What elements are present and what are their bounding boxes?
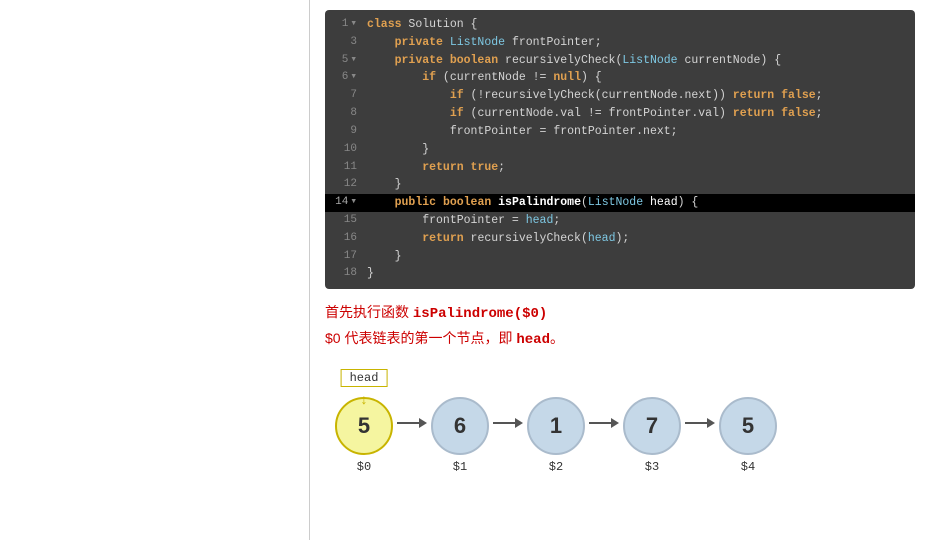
code-line-18: 18 } bbox=[325, 265, 915, 283]
arrow-2 bbox=[493, 418, 523, 428]
arrow-3 bbox=[589, 418, 619, 428]
desc-line2: $0 代表链表的第一个节点，即 head。 bbox=[325, 327, 915, 353]
code-line-8: 8 if (currentNode.val != frontPointer.va… bbox=[325, 105, 915, 123]
node-circle-3: 7 bbox=[623, 397, 681, 455]
code-line-3: 3 private ListNode frontPointer; bbox=[325, 34, 915, 52]
node-3: 7 $3 bbox=[623, 397, 681, 474]
desc-line1: 首先执行函数 isPalindrome($0) bbox=[325, 301, 915, 327]
line-num-12: 12 bbox=[333, 176, 357, 194]
code-line-11: 11 return true; bbox=[325, 159, 915, 177]
code-content-17: } bbox=[367, 248, 402, 266]
arrow-line-2 bbox=[493, 422, 515, 424]
node-2: 1 $2 bbox=[527, 397, 585, 474]
code-content-8: if (currentNode.val != frontPointer.val)… bbox=[367, 105, 823, 123]
code-content-14: public boolean isPalindrome(ListNode hea… bbox=[367, 194, 698, 212]
node-circle-4: 5 bbox=[719, 397, 777, 455]
code-content-1: class Solution { bbox=[367, 16, 477, 34]
code-content-15: frontPointer = head; bbox=[367, 212, 560, 230]
node-circle-1: 6 bbox=[431, 397, 489, 455]
node-index-2: $2 bbox=[549, 460, 563, 474]
head-label: head bbox=[341, 369, 388, 387]
node-index-1: $1 bbox=[453, 460, 467, 474]
node-1: 6 $1 bbox=[431, 397, 489, 474]
code-block: 1 class Solution { 3 private ListNode fr… bbox=[325, 10, 915, 289]
arrow-1 bbox=[397, 418, 427, 428]
code-line-15: 15 frontPointer = head; bbox=[325, 212, 915, 230]
line-num-14: 14 bbox=[333, 194, 357, 212]
code-line-14: 14 public boolean isPalindrome(ListNode … bbox=[325, 194, 915, 212]
head-arrow: ↓ bbox=[361, 391, 368, 407]
arrow-head-4 bbox=[707, 418, 715, 428]
line-num-3: 3 bbox=[333, 34, 357, 52]
line-num-18: 18 bbox=[333, 265, 357, 283]
line-num-7: 7 bbox=[333, 87, 357, 105]
node-0: head ↓ 5 $0 bbox=[335, 397, 393, 474]
arrow-line-4 bbox=[685, 422, 707, 424]
arrow-line-1 bbox=[397, 422, 419, 424]
node-index-0: $0 bbox=[357, 460, 371, 474]
linked-list-diagram: head ↓ 5 $0 6 $1 1 $2 bbox=[325, 367, 915, 474]
node-circle-2: 1 bbox=[527, 397, 585, 455]
code-line-17: 17 } bbox=[325, 248, 915, 266]
description: 首先执行函数 isPalindrome($0) $0 代表链表的第一个节点，即 … bbox=[325, 301, 915, 353]
code-line-9: 9 frontPointer = frontPointer.next; bbox=[325, 123, 915, 141]
node-4: 5 $4 bbox=[719, 397, 777, 474]
line-num-17: 17 bbox=[333, 248, 357, 266]
left-panel bbox=[0, 0, 310, 540]
code-content-9: frontPointer = frontPointer.next; bbox=[367, 123, 678, 141]
line-num-1: 1 bbox=[333, 16, 357, 34]
code-content-11: return true; bbox=[367, 159, 505, 177]
arrow-line-3 bbox=[589, 422, 611, 424]
code-line-12: 12 } bbox=[325, 176, 915, 194]
line-num-16: 16 bbox=[333, 230, 357, 248]
right-panel: 1 class Solution { 3 private ListNode fr… bbox=[310, 0, 930, 540]
arrow-head-3 bbox=[611, 418, 619, 428]
code-content-12: } bbox=[367, 176, 402, 194]
line-num-6: 6 bbox=[333, 69, 357, 87]
line-num-8: 8 bbox=[333, 105, 357, 123]
code-content-16: return recursivelyCheck(head); bbox=[367, 230, 629, 248]
code-line-7: 7 if (!recursivelyCheck(currentNode.next… bbox=[325, 87, 915, 105]
arrow-head-2 bbox=[515, 418, 523, 428]
node-index-3: $3 bbox=[645, 460, 659, 474]
line-num-9: 9 bbox=[333, 123, 357, 141]
code-content-7: if (!recursivelyCheck(currentNode.next))… bbox=[367, 87, 823, 105]
line-num-10: 10 bbox=[333, 141, 357, 159]
arrow-4 bbox=[685, 418, 715, 428]
code-content-5: private boolean recursivelyCheck(ListNod… bbox=[367, 52, 781, 70]
code-line-10: 10 } bbox=[325, 141, 915, 159]
node-index-4: $4 bbox=[741, 460, 755, 474]
code-content-10: } bbox=[367, 141, 429, 159]
line-num-15: 15 bbox=[333, 212, 357, 230]
code-content-3: private ListNode frontPointer; bbox=[367, 34, 602, 52]
arrow-head-1 bbox=[419, 418, 427, 428]
code-line-6: 6 if (currentNode != null) { bbox=[325, 69, 915, 87]
line-num-5: 5 bbox=[333, 52, 357, 70]
code-line-5: 5 private boolean recursivelyCheck(ListN… bbox=[325, 52, 915, 70]
line-num-11: 11 bbox=[333, 159, 357, 177]
code-content-18: } bbox=[367, 265, 374, 283]
code-content-6: if (currentNode != null) { bbox=[367, 69, 602, 87]
code-line-16: 16 return recursivelyCheck(head); bbox=[325, 230, 915, 248]
code-line-1: 1 class Solution { bbox=[325, 16, 915, 34]
